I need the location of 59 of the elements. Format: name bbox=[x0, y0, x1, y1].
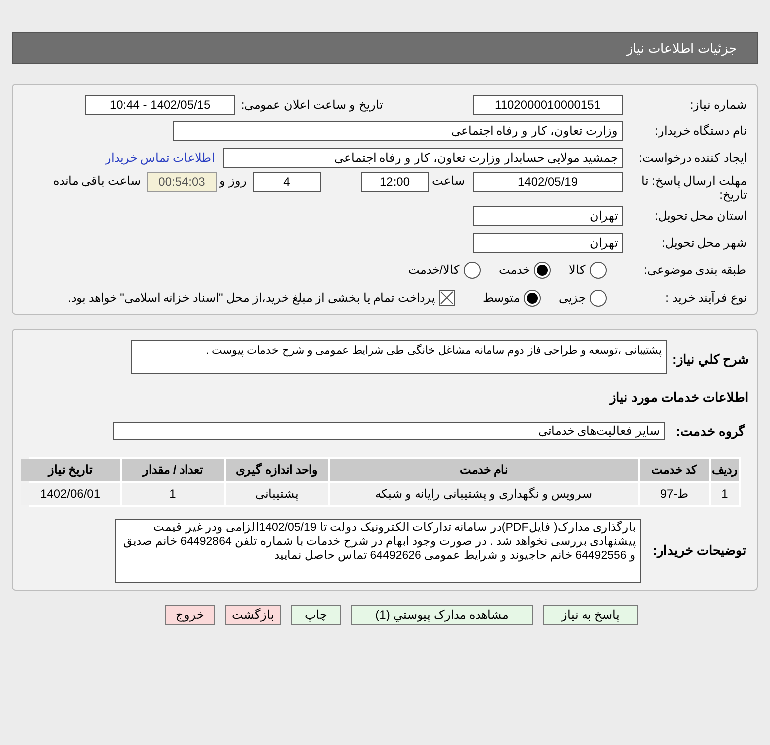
column-header: تاریخ نیاز bbox=[21, 459, 120, 481]
action-button[interactable]: خروج bbox=[165, 605, 215, 625]
field-label: نوع فرآیند خرید : bbox=[664, 290, 747, 307]
radio-button[interactable] bbox=[590, 290, 607, 306]
field-value: پشتیبانی ،توسعه و طراحی فاز دوم سامانه مشاغل خانگی طی شرایط عمومی و شرح خدمات پیوست . bbox=[131, 340, 667, 374]
field-value: جمشید مولایی حسابدار وزارت تعاون، کار و رفاه اجتماعی bbox=[223, 148, 623, 168]
radio-button[interactable] bbox=[590, 262, 607, 278]
field-value: 00:54:03 bbox=[147, 172, 217, 192]
field-label: ایجاد کننده درخواست: bbox=[638, 150, 747, 167]
action-button[interactable]: مشاهده مدارک پیوستي (1) bbox=[351, 605, 533, 625]
field-label: پرداخت تمام یا بخشی از مبلغ خرید،از محل "اسناد خزانه اسلامی" خواهد بود. bbox=[68, 290, 435, 307]
table-cell: پشتیبانی bbox=[226, 483, 328, 505]
column-header: نام خدمت bbox=[330, 459, 638, 481]
field-label: نام دستگاه خریدار: bbox=[654, 123, 747, 140]
field-label: روز و bbox=[218, 173, 247, 190]
field-label: طبقه بندی موضوعی: bbox=[642, 262, 747, 279]
field-label: متوسط bbox=[483, 290, 520, 307]
field-label: شماره نیاز: bbox=[689, 96, 747, 114]
field-label: ساعت باقی مانده bbox=[53, 173, 141, 190]
field-label: کالا bbox=[569, 262, 586, 279]
field-label: گروه خدمت: bbox=[675, 422, 745, 441]
field-value: 4 bbox=[253, 172, 321, 192]
column-header: تعداد / مقدار bbox=[122, 459, 224, 481]
field-label: جزیی bbox=[559, 290, 586, 307]
column-header: کد خدمت bbox=[640, 459, 709, 481]
field-value: 1402/05/15 - 10:44 bbox=[85, 94, 236, 114]
table-cell: سرویس و نگهداری و پشتیبانی رایانه و شبکه bbox=[330, 483, 638, 505]
action-button[interactable]: چاپ bbox=[291, 605, 341, 625]
checkbox[interactable] bbox=[439, 290, 455, 306]
field-label: خدمت bbox=[499, 262, 530, 279]
action-button[interactable]: بازگشت bbox=[225, 605, 281, 625]
field-value: تهران bbox=[473, 206, 623, 226]
field-label: کالا/خدمت bbox=[408, 262, 460, 279]
field-label: تاریخ و ساعت اعلان عمومی: bbox=[241, 96, 383, 114]
field-label: مهلت ارسال پاسخ: تا تاریخ: bbox=[640, 173, 747, 202]
field-label: شرح کلي نياز: bbox=[671, 351, 749, 370]
field-value: وزارت تعاون، کار و رفاه اجتماعی bbox=[173, 121, 623, 141]
table-cell: 1 bbox=[711, 483, 739, 505]
field-label: توضیحات خریدار: bbox=[652, 542, 747, 560]
field-value: سایر فعالیت‌های خدماتی bbox=[113, 422, 665, 440]
field-label: شهر محل تحویل: bbox=[660, 234, 747, 252]
field-value: 1402/05/19 bbox=[473, 172, 623, 192]
table-cell: ط-97 bbox=[640, 483, 709, 505]
field-label: استان محل تحویل: bbox=[654, 208, 747, 224]
section-heading: اطلاعات خدمات مورد نیاز bbox=[608, 389, 750, 408]
action-button[interactable]: پاسخ به نیاز bbox=[543, 605, 638, 625]
radio-button[interactable] bbox=[534, 262, 551, 278]
radio-button[interactable] bbox=[464, 262, 481, 278]
field-value: بارگذاری مدارک( فایلPDF)در سامانه تدارکات الکترونیک دولت تا 1402/05/19الزامی ودر غیر قیمت پیشنهادی بررسی نخواهد شد . در صورت وجود ابهام در شرح خدمات با شماره تلفن 64492864 خانم صدیق و 64492556 خانم حاجیوند و شرایط عمومی 64492626 تماس حاصل نمایید bbox=[115, 519, 641, 583]
column-header: ردیف bbox=[711, 459, 739, 481]
field-label: ساعت bbox=[431, 173, 465, 190]
table-cell: 1 bbox=[122, 483, 224, 505]
contact-link[interactable]: اطلاعات تماس خریدار bbox=[105, 149, 215, 167]
page-title: جزئیات اطلاعات نیاز bbox=[12, 32, 758, 64]
field-value: تهران bbox=[473, 232, 623, 252]
field-value: 1102000010000151 bbox=[473, 94, 623, 114]
field-value: 12:00 bbox=[361, 172, 429, 192]
radio-button[interactable] bbox=[524, 290, 541, 306]
column-header: واحد اندازه گیری bbox=[226, 459, 328, 481]
